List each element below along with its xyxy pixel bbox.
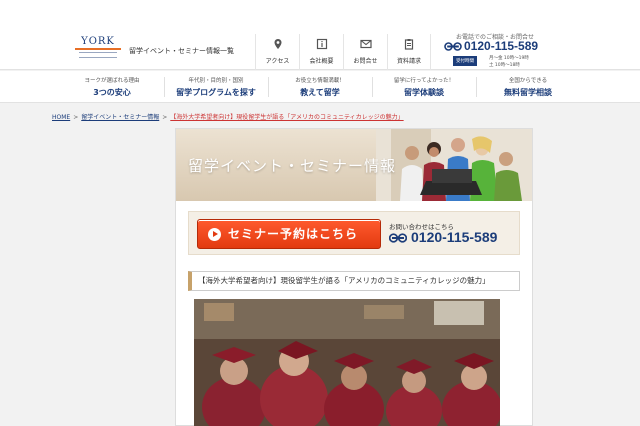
main-nav-reasons[interactable]: ヨークが選ばれる理由 3つの安心: [60, 71, 164, 103]
breadcrumb-current: 【海外大学希望者向け】現役留学生が語る「アメリカのコミュニティカレッジの魅力」: [170, 114, 404, 121]
banner-title: 留学イベント・セミナー情報: [188, 157, 397, 175]
header-phone-number[interactable]: 0120-115-589: [464, 39, 538, 53]
hours-badge: 受付時間: [453, 56, 477, 66]
event-photo: [194, 299, 500, 426]
map-pin-icon: [274, 39, 281, 49]
header-nav-label: アクセス: [265, 58, 290, 65]
header-nav-label: お問合せ: [353, 58, 378, 65]
header-contact: お電話でのご相談・お問合せ 0120-115-589 受付時間 月〜金 10時〜…: [433, 30, 563, 70]
main-nav-main: 留学体験談: [404, 88, 444, 97]
header-nav-contact[interactable]: お問合せ: [343, 34, 387, 70]
york-logo[interactable]: YORK: [75, 36, 121, 64]
breadcrumb-separator: >: [73, 114, 79, 121]
main-nav-sub: ヨークが選ばれる理由: [84, 78, 140, 84]
page-banner: 留学イベント・セミナー情報: [176, 129, 532, 201]
breadcrumb-home[interactable]: HOME: [52, 114, 70, 121]
clipboard-icon: [404, 39, 414, 50]
main-nav-sub: 留学に行ってよかった！: [393, 78, 455, 84]
freedial-icon: [389, 233, 407, 243]
main-nav-guide[interactable]: お役立ち情報満載！ 教えて留学: [268, 71, 372, 103]
main-navigation: ヨークが選ばれる理由 3つの安心 年代別・目的別・国別 留学プログラムを探す お…: [0, 71, 640, 103]
logo-swoosh: [75, 48, 121, 50]
info-icon: [316, 38, 327, 50]
header-nav-brochure[interactable]: 資料請求: [387, 34, 431, 70]
envelope-icon: [359, 39, 372, 49]
main-nav-main: 3つの安心: [93, 88, 131, 97]
main-nav-sub: 年代別・目的別・国別: [188, 78, 244, 84]
reserve-button-label: セミナー予約はこちら: [228, 227, 359, 241]
content-panel: 留学イベント・セミナー情報 セミナー予約はこちら お問い合わせはこちら 0120…: [175, 128, 533, 426]
logo-tagline-lines: [79, 52, 117, 58]
breadcrumb-separator: >: [162, 114, 168, 121]
seminar-reserve-button[interactable]: セミナー予約はこちら: [197, 219, 381, 249]
freedial-icon: [444, 42, 462, 51]
hours-weekday: 月〜金 10時〜19時: [489, 56, 529, 61]
cta-row: セミナー予約はこちら お問い合わせはこちら 0120-115-589: [188, 211, 520, 255]
main-nav-main: 教えて留学: [300, 88, 340, 97]
graduation-photo: [194, 299, 500, 426]
main-nav-experiences[interactable]: 留学に行ってよかった！ 留学体験談: [372, 71, 476, 103]
header-nav-label: 資料請求: [396, 58, 421, 65]
site-header: YORK 留学イベント・セミナー情報一覧 アクセス 会社概要 お問合せ 資料請求…: [0, 0, 640, 70]
main-nav-main: 無料留学相談: [504, 88, 552, 97]
main-nav-programs[interactable]: 年代別・目的別・国別 留学プログラムを探す: [164, 71, 268, 103]
arrow-right-icon: [208, 228, 221, 241]
header-nav-company[interactable]: 会社概要: [299, 34, 343, 70]
main-nav-main: 留学プログラムを探す: [176, 88, 256, 97]
main-nav-consultation[interactable]: 全国からできる 無料留学相談: [476, 71, 580, 103]
breadcrumb: HOME > 留学イベント・セミナー情報 > 【海外大学希望者向け】現役留学生が語る「ア…: [52, 112, 404, 121]
main-nav-sub: 全国からできる: [508, 78, 548, 84]
main-nav-sub: お役立ち情報満載！: [295, 78, 345, 84]
logo-wordmark: YORK: [81, 36, 115, 47]
hours-saturday: 土 10時〜18時: [489, 63, 520, 68]
inquiry-phone-number[interactable]: 0120-115-589: [411, 229, 497, 245]
event-title: 【海外大学希望者向け】現役留学生が語る「アメリカのコミュニティカレッジの魅力」: [188, 271, 520, 291]
breadcrumb-events[interactable]: 留学イベント・セミナー情報: [81, 114, 159, 121]
site-description: 留学イベント・セミナー情報一覧: [129, 47, 234, 55]
header-nav-label: 会社概要: [309, 58, 334, 65]
header-nav-access[interactable]: アクセス: [255, 34, 299, 70]
